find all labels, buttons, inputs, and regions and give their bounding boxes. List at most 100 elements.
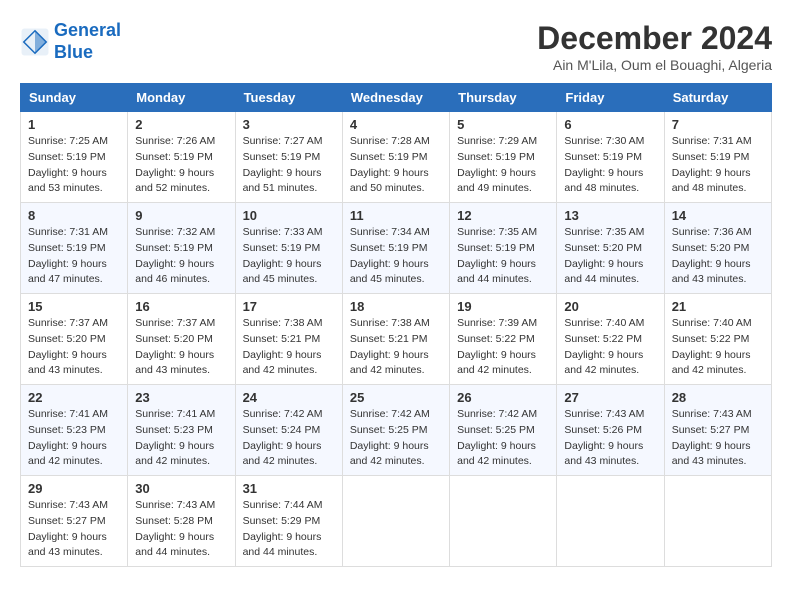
- day-info: Sunrise: 7:29 AM Sunset: 5:19 PM Dayligh…: [457, 134, 549, 197]
- day-number: 29: [28, 481, 120, 496]
- day-number: 7: [672, 117, 764, 132]
- day-info: Sunrise: 7:31 AM Sunset: 5:19 PM Dayligh…: [672, 134, 764, 197]
- calendar-cell: 14 Sunrise: 7:36 AM Sunset: 5:20 PM Dayl…: [664, 203, 771, 294]
- day-info: Sunrise: 7:41 AM Sunset: 5:23 PM Dayligh…: [28, 407, 120, 470]
- day-number: 5: [457, 117, 549, 132]
- calendar-cell: 27 Sunrise: 7:43 AM Sunset: 5:26 PM Dayl…: [557, 385, 664, 476]
- calendar-cell: 28 Sunrise: 7:43 AM Sunset: 5:27 PM Dayl…: [664, 385, 771, 476]
- day-info: Sunrise: 7:38 AM Sunset: 5:21 PM Dayligh…: [243, 316, 335, 379]
- calendar-cell: 11 Sunrise: 7:34 AM Sunset: 5:19 PM Dayl…: [342, 203, 449, 294]
- week-row-5: 29 Sunrise: 7:43 AM Sunset: 5:27 PM Dayl…: [21, 476, 772, 567]
- week-row-1: 1 Sunrise: 7:25 AM Sunset: 5:19 PM Dayli…: [21, 112, 772, 203]
- calendar-cell: 8 Sunrise: 7:31 AM Sunset: 5:19 PM Dayli…: [21, 203, 128, 294]
- day-info: Sunrise: 7:28 AM Sunset: 5:19 PM Dayligh…: [350, 134, 442, 197]
- calendar-cell: 1 Sunrise: 7:25 AM Sunset: 5:19 PM Dayli…: [21, 112, 128, 203]
- day-number: 18: [350, 299, 442, 314]
- day-number: 14: [672, 208, 764, 223]
- day-number: 21: [672, 299, 764, 314]
- day-number: 20: [564, 299, 656, 314]
- day-info: Sunrise: 7:44 AM Sunset: 5:29 PM Dayligh…: [243, 498, 335, 561]
- day-number: 16: [135, 299, 227, 314]
- col-sunday: Sunday: [21, 84, 128, 112]
- calendar-cell: 3 Sunrise: 7:27 AM Sunset: 5:19 PM Dayli…: [235, 112, 342, 203]
- week-row-3: 15 Sunrise: 7:37 AM Sunset: 5:20 PM Dayl…: [21, 294, 772, 385]
- day-number: 2: [135, 117, 227, 132]
- day-info: Sunrise: 7:34 AM Sunset: 5:19 PM Dayligh…: [350, 225, 442, 288]
- day-info: Sunrise: 7:42 AM Sunset: 5:25 PM Dayligh…: [457, 407, 549, 470]
- day-number: 26: [457, 390, 549, 405]
- day-info: Sunrise: 7:43 AM Sunset: 5:26 PM Dayligh…: [564, 407, 656, 470]
- day-info: Sunrise: 7:30 AM Sunset: 5:19 PM Dayligh…: [564, 134, 656, 197]
- col-tuesday: Tuesday: [235, 84, 342, 112]
- page-header: General Blue December 2024 Ain M'Lila, O…: [20, 20, 772, 73]
- day-number: 3: [243, 117, 335, 132]
- logo-line2: Blue: [54, 42, 93, 62]
- week-row-2: 8 Sunrise: 7:31 AM Sunset: 5:19 PM Dayli…: [21, 203, 772, 294]
- day-info: Sunrise: 7:43 AM Sunset: 5:28 PM Dayligh…: [135, 498, 227, 561]
- day-info: Sunrise: 7:32 AM Sunset: 5:19 PM Dayligh…: [135, 225, 227, 288]
- day-number: 11: [350, 208, 442, 223]
- calendar-cell: 31 Sunrise: 7:44 AM Sunset: 5:29 PM Dayl…: [235, 476, 342, 567]
- calendar-cell: [342, 476, 449, 567]
- day-number: 28: [672, 390, 764, 405]
- day-info: Sunrise: 7:42 AM Sunset: 5:24 PM Dayligh…: [243, 407, 335, 470]
- day-info: Sunrise: 7:40 AM Sunset: 5:22 PM Dayligh…: [672, 316, 764, 379]
- day-info: Sunrise: 7:37 AM Sunset: 5:20 PM Dayligh…: [28, 316, 120, 379]
- day-info: Sunrise: 7:35 AM Sunset: 5:19 PM Dayligh…: [457, 225, 549, 288]
- day-info: Sunrise: 7:33 AM Sunset: 5:19 PM Dayligh…: [243, 225, 335, 288]
- day-info: Sunrise: 7:25 AM Sunset: 5:19 PM Dayligh…: [28, 134, 120, 197]
- calendar-cell: 23 Sunrise: 7:41 AM Sunset: 5:23 PM Dayl…: [128, 385, 235, 476]
- calendar-cell: 26 Sunrise: 7:42 AM Sunset: 5:25 PM Dayl…: [450, 385, 557, 476]
- logo: General Blue: [20, 20, 121, 63]
- calendar-cell: 29 Sunrise: 7:43 AM Sunset: 5:27 PM Dayl…: [21, 476, 128, 567]
- day-number: 15: [28, 299, 120, 314]
- day-info: Sunrise: 7:38 AM Sunset: 5:21 PM Dayligh…: [350, 316, 442, 379]
- calendar-cell: [450, 476, 557, 567]
- day-info: Sunrise: 7:39 AM Sunset: 5:22 PM Dayligh…: [457, 316, 549, 379]
- day-number: 4: [350, 117, 442, 132]
- day-number: 30: [135, 481, 227, 496]
- day-info: Sunrise: 7:40 AM Sunset: 5:22 PM Dayligh…: [564, 316, 656, 379]
- logo-icon: [20, 27, 50, 57]
- month-title: December 2024: [537, 20, 772, 57]
- calendar-cell: 13 Sunrise: 7:35 AM Sunset: 5:20 PM Dayl…: [557, 203, 664, 294]
- day-number: 13: [564, 208, 656, 223]
- day-info: Sunrise: 7:27 AM Sunset: 5:19 PM Dayligh…: [243, 134, 335, 197]
- day-number: 22: [28, 390, 120, 405]
- day-number: 23: [135, 390, 227, 405]
- week-row-4: 22 Sunrise: 7:41 AM Sunset: 5:23 PM Dayl…: [21, 385, 772, 476]
- day-number: 19: [457, 299, 549, 314]
- title-area: December 2024 Ain M'Lila, Oum el Bouaghi…: [537, 20, 772, 73]
- col-monday: Monday: [128, 84, 235, 112]
- col-thursday: Thursday: [450, 84, 557, 112]
- col-saturday: Saturday: [664, 84, 771, 112]
- calendar-cell: 6 Sunrise: 7:30 AM Sunset: 5:19 PM Dayli…: [557, 112, 664, 203]
- day-number: 31: [243, 481, 335, 496]
- calendar-cell: [557, 476, 664, 567]
- day-info: Sunrise: 7:37 AM Sunset: 5:20 PM Dayligh…: [135, 316, 227, 379]
- calendar-cell: 17 Sunrise: 7:38 AM Sunset: 5:21 PM Dayl…: [235, 294, 342, 385]
- day-number: 24: [243, 390, 335, 405]
- day-info: Sunrise: 7:31 AM Sunset: 5:19 PM Dayligh…: [28, 225, 120, 288]
- calendar-cell: 25 Sunrise: 7:42 AM Sunset: 5:25 PM Dayl…: [342, 385, 449, 476]
- day-number: 27: [564, 390, 656, 405]
- calendar-cell: [664, 476, 771, 567]
- calendar-cell: 2 Sunrise: 7:26 AM Sunset: 5:19 PM Dayli…: [128, 112, 235, 203]
- day-info: Sunrise: 7:43 AM Sunset: 5:27 PM Dayligh…: [28, 498, 120, 561]
- calendar-cell: 7 Sunrise: 7:31 AM Sunset: 5:19 PM Dayli…: [664, 112, 771, 203]
- col-wednesday: Wednesday: [342, 84, 449, 112]
- calendar-cell: 20 Sunrise: 7:40 AM Sunset: 5:22 PM Dayl…: [557, 294, 664, 385]
- day-info: Sunrise: 7:43 AM Sunset: 5:27 PM Dayligh…: [672, 407, 764, 470]
- calendar-cell: 4 Sunrise: 7:28 AM Sunset: 5:19 PM Dayli…: [342, 112, 449, 203]
- calendar-cell: 9 Sunrise: 7:32 AM Sunset: 5:19 PM Dayli…: [128, 203, 235, 294]
- day-number: 8: [28, 208, 120, 223]
- logo-text: General Blue: [54, 20, 121, 63]
- day-info: Sunrise: 7:35 AM Sunset: 5:20 PM Dayligh…: [564, 225, 656, 288]
- day-info: Sunrise: 7:42 AM Sunset: 5:25 PM Dayligh…: [350, 407, 442, 470]
- calendar-cell: 24 Sunrise: 7:42 AM Sunset: 5:24 PM Dayl…: [235, 385, 342, 476]
- calendar-cell: 19 Sunrise: 7:39 AM Sunset: 5:22 PM Dayl…: [450, 294, 557, 385]
- day-info: Sunrise: 7:36 AM Sunset: 5:20 PM Dayligh…: [672, 225, 764, 288]
- location: Ain M'Lila, Oum el Bouaghi, Algeria: [537, 57, 772, 73]
- calendar-cell: 10 Sunrise: 7:33 AM Sunset: 5:19 PM Dayl…: [235, 203, 342, 294]
- day-number: 9: [135, 208, 227, 223]
